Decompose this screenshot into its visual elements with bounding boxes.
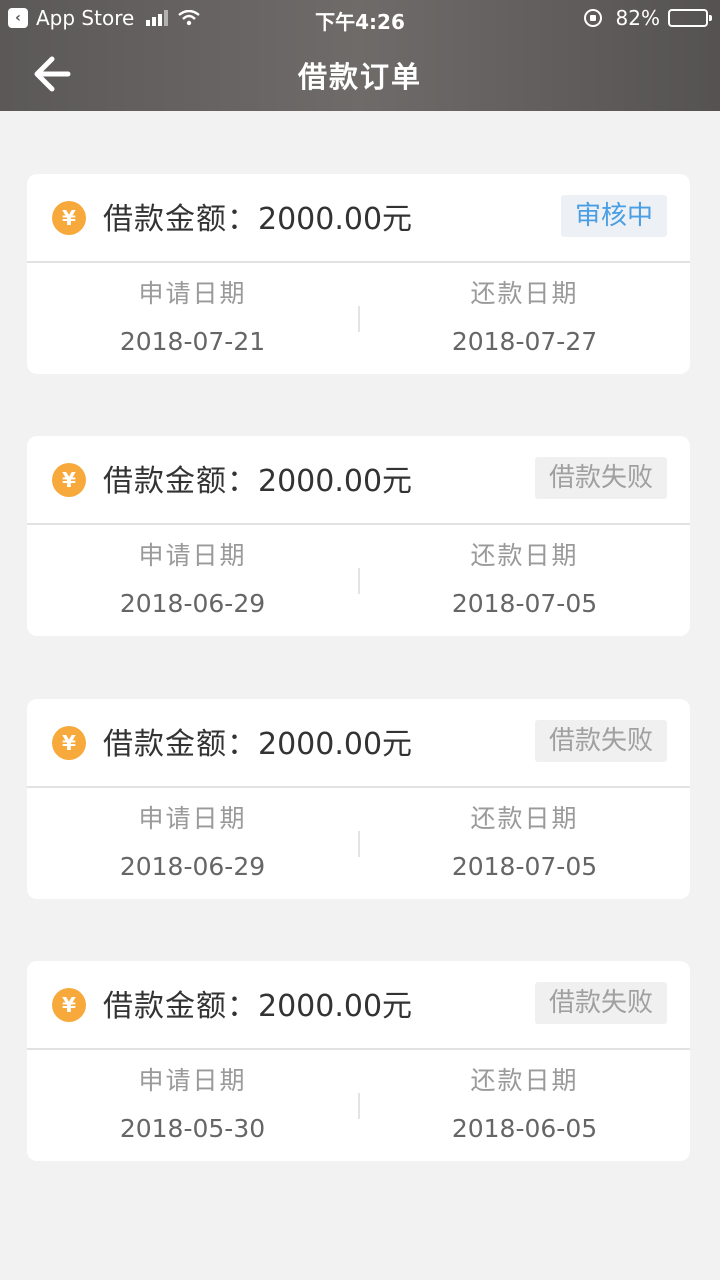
amount-label: 借款金额： xyxy=(103,727,258,762)
amount-label: 借款金额： xyxy=(103,989,258,1024)
apply-date-label: 申请日期 xyxy=(138,279,247,308)
amount-value: 2000.00元 xyxy=(258,989,413,1024)
repay-date-label: 还款日期 xyxy=(470,1066,579,1095)
order-card[interactable]: ¥ 借款金额：2000.00元 借款失败 申请日期 2018-06-29 还款日… xyxy=(27,436,690,636)
apply-date-column: 申请日期 2018-06-29 xyxy=(27,799,358,887)
yuan-icon: ¥ xyxy=(52,726,86,760)
apply-date-column: 申请日期 2018-05-30 xyxy=(27,1061,358,1149)
status-badge: 借款失败 xyxy=(534,982,667,1024)
repay-date-label: 还款日期 xyxy=(470,804,579,833)
amount-label: 借款金额： xyxy=(103,202,258,237)
amount-value: 2000.00元 xyxy=(258,464,413,499)
repay-date-column: 还款日期 2018-07-05 xyxy=(359,799,690,887)
order-amount: 借款金额：2000.00元 xyxy=(103,456,412,500)
battery-icon xyxy=(668,9,712,27)
order-card-header: ¥ 借款金额：2000.00元 借款失败 xyxy=(27,961,690,1050)
repay-date-column: 还款日期 2018-06-05 xyxy=(359,1061,690,1149)
repay-date-value: 2018-07-27 xyxy=(451,327,598,356)
amount-value: 2000.00元 xyxy=(258,202,413,237)
apply-date-value: 2018-06-29 xyxy=(119,852,266,881)
apply-date-value: 2018-06-29 xyxy=(119,589,266,618)
repay-date-label: 还款日期 xyxy=(470,541,579,570)
apply-date-column: 申请日期 2018-06-29 xyxy=(27,536,358,624)
apply-date-label: 申请日期 xyxy=(138,1066,247,1095)
status-badge: 审核中 xyxy=(560,195,667,237)
order-card[interactable]: ¥ 借款金额：2000.00元 审核中 申请日期 2018-07-21 还款日期… xyxy=(27,174,690,374)
apply-date-label: 申请日期 xyxy=(138,804,247,833)
repay-date-column: 还款日期 2018-07-27 xyxy=(359,274,690,362)
rotation-lock-icon xyxy=(583,9,602,27)
apply-date-label: 申请日期 xyxy=(138,541,247,570)
apply-date-value: 2018-05-30 xyxy=(119,1114,266,1143)
repay-date-value: 2018-06-05 xyxy=(451,1114,598,1143)
repay-date-column: 还款日期 2018-07-05 xyxy=(359,536,690,624)
order-card[interactable]: ¥ 借款金额：2000.00元 借款失败 申请日期 2018-05-30 还款日… xyxy=(27,961,690,1161)
status-right: 82% xyxy=(583,6,712,30)
status-badge: 借款失败 xyxy=(534,457,667,499)
repay-date-label: 还款日期 xyxy=(470,279,579,308)
status-bar: ‹ App Store 下午4:26 82% xyxy=(0,0,720,36)
yuan-icon: ¥ xyxy=(52,463,86,497)
order-card-header: ¥ 借款金额：2000.00元 审核中 xyxy=(27,174,690,263)
yuan-icon: ¥ xyxy=(52,201,86,235)
order-amount: 借款金额：2000.00元 xyxy=(103,194,412,238)
order-card-header: ¥ 借款金额：2000.00元 借款失败 xyxy=(27,699,690,788)
navbar: 借款订单 xyxy=(0,36,720,111)
order-card-header: ¥ 借款金额：2000.00元 借款失败 xyxy=(27,436,690,525)
yuan-icon: ¥ xyxy=(52,988,86,1022)
repay-date-value: 2018-07-05 xyxy=(451,852,598,881)
amount-value: 2000.00元 xyxy=(258,727,413,762)
amount-label: 借款金额： xyxy=(103,464,258,499)
order-amount: 借款金额：2000.00元 xyxy=(103,981,412,1025)
status-badge: 借款失败 xyxy=(534,720,667,762)
page-title: 借款订单 xyxy=(297,60,422,94)
battery-percent: 82% xyxy=(615,6,660,30)
apply-date-value: 2018-07-21 xyxy=(119,327,266,356)
repay-date-value: 2018-07-05 xyxy=(451,589,598,618)
order-card[interactable]: ¥ 借款金额：2000.00元 借款失败 申请日期 2018-06-29 还款日… xyxy=(27,699,690,899)
apply-date-column: 申请日期 2018-07-21 xyxy=(27,274,358,362)
order-amount: 借款金额：2000.00元 xyxy=(103,719,412,763)
header: ‹ App Store 下午4:26 82% 借款订单 xyxy=(0,0,720,111)
